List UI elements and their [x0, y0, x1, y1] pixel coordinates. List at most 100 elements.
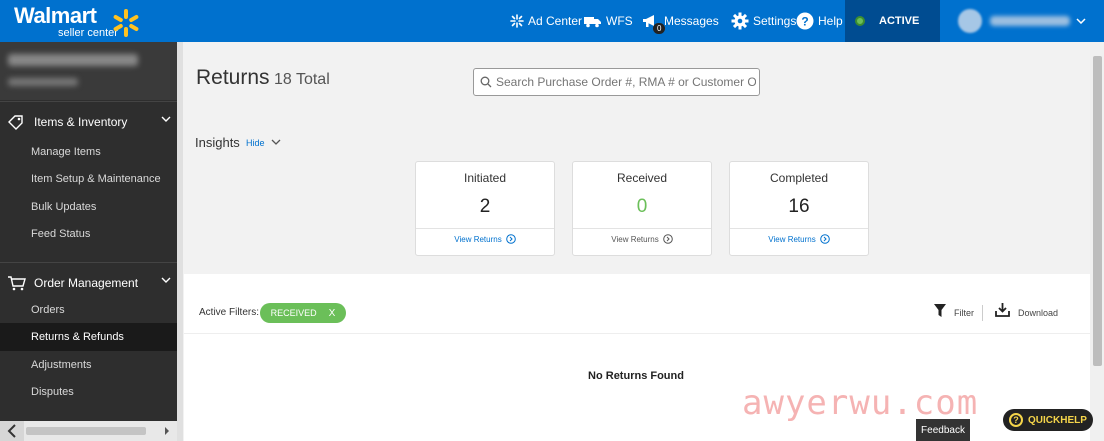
- messages-badge: 0: [653, 23, 666, 34]
- returns-total-count: 18 Total: [274, 71, 330, 88]
- arrow-circle-right-icon: [662, 234, 673, 244]
- help-label: Help: [818, 14, 843, 28]
- card-value: 2: [479, 196, 491, 217]
- collapse-sidebar-button[interactable]: [0, 421, 24, 441]
- active-filter-chip[interactable]: RECEIVED X: [260, 303, 346, 323]
- arrow-circle-right-icon: [819, 234, 830, 244]
- tag-icon: [7, 114, 27, 130]
- watermark: awyerwu.com: [742, 383, 979, 423]
- active-filters-label: Active Filters:: [199, 307, 260, 318]
- card-link-label: View Returns: [768, 234, 816, 244]
- page-title: Returns: [196, 66, 270, 89]
- wfs-link[interactable]: WFS: [584, 0, 633, 42]
- status-indicator: [855, 16, 865, 26]
- card-divider: [416, 228, 554, 229]
- gear-icon: [731, 12, 749, 30]
- chevron-down-icon[interactable]: [271, 139, 281, 145]
- sidebar: Items & Inventory Manage Items Item Setu…: [0, 42, 177, 441]
- help-icon: ?: [1009, 413, 1023, 427]
- brand-subtitle: seller center: [58, 27, 118, 39]
- wfs-label: WFS: [606, 14, 633, 28]
- download-button[interactable]: Download: [995, 302, 1058, 318]
- empty-state-message: No Returns Found: [588, 370, 684, 382]
- ad-center-link[interactable]: Ad Center: [510, 0, 582, 42]
- card-divider: [730, 228, 868, 229]
- download-icon: [995, 303, 1010, 317]
- truck-icon: [584, 17, 601, 28]
- sidebar-section-label: Items & Inventory: [34, 114, 128, 129]
- view-completed-returns-link[interactable]: View Returns: [730, 234, 868, 244]
- store-name-redacted: [8, 54, 138, 66]
- brand-name: Walmart: [14, 3, 97, 28]
- sidebar-section-label: Order Management: [34, 275, 139, 290]
- spark-icon: [113, 9, 139, 37]
- avatar: [958, 9, 982, 33]
- help-link[interactable]: ? Help: [796, 0, 843, 42]
- remove-filter-button[interactable]: X: [329, 308, 336, 319]
- help-icon: ?: [796, 12, 814, 30]
- completed-card: Completed 16 View Returns: [729, 161, 869, 256]
- settings-link[interactable]: Settings: [731, 0, 796, 42]
- page-scrollbar[interactable]: [1090, 42, 1104, 441]
- active-filter-label: RECEIVED: [270, 308, 317, 318]
- sidebar-item-returns-refunds[interactable]: Returns & Refunds: [0, 323, 177, 351]
- user-menu[interactable]: [958, 8, 1100, 34]
- scrollbar-thumb[interactable]: [26, 427, 146, 435]
- filter-button[interactable]: Filter: [934, 302, 974, 318]
- chevron-down-icon: [161, 277, 171, 283]
- sidebar-item-manage-items[interactable]: Manage Items: [0, 138, 177, 166]
- scrollbar-thumb[interactable]: [1093, 56, 1102, 366]
- scroll-right-arrow-icon[interactable]: [163, 425, 171, 437]
- divider: [184, 333, 1090, 334]
- view-received-returns-link[interactable]: View Returns: [573, 234, 711, 244]
- funnel-icon: [934, 303, 946, 317]
- download-label: Download: [1018, 308, 1059, 318]
- chevron-left-icon: [7, 424, 16, 438]
- arrow-circle-right-icon: [505, 234, 516, 244]
- card-divider: [573, 228, 711, 229]
- cart-icon: [7, 275, 27, 291]
- filter-label: Filter: [954, 308, 974, 318]
- hide-insights-link[interactable]: Hide: [246, 138, 265, 148]
- card-link-label: View Returns: [454, 234, 502, 244]
- search-icon: [480, 76, 492, 88]
- user-name-redacted: [990, 16, 1070, 26]
- store-id-redacted: [8, 78, 78, 86]
- card-value: 16: [788, 196, 810, 217]
- card-label: Initiated: [463, 171, 507, 185]
- sidebar-item-item-setup[interactable]: Item Setup & Maintenance: [0, 165, 177, 193]
- quickhelp-label: QUICKHELP: [1028, 414, 1087, 426]
- status-label: ACTIVE: [879, 15, 920, 27]
- main-content: Returns 18 Total Insights Hide Initiated…: [183, 42, 1090, 441]
- view-initiated-returns-link[interactable]: View Returns: [416, 234, 554, 244]
- chevron-down-icon: [1076, 18, 1086, 24]
- search-box[interactable]: [473, 68, 760, 96]
- received-card: Received 0 View Returns: [572, 161, 712, 256]
- quickhelp-button[interactable]: ? QUICKHELP: [1003, 409, 1093, 431]
- search-input[interactable]: [496, 75, 756, 89]
- card-label: Received: [616, 171, 668, 185]
- initiated-card: Initiated 2 View Returns: [415, 161, 555, 256]
- sidebar-horizontal-scrollbar[interactable]: [0, 421, 177, 441]
- sidebar-item-feed-status[interactable]: Feed Status: [0, 220, 177, 248]
- messages-link[interactable]: 0 Messages: [642, 0, 719, 42]
- card-value: 0: [636, 196, 648, 217]
- card-label: Completed: [769, 171, 829, 185]
- sidebar-item-orders[interactable]: Orders: [0, 296, 177, 324]
- top-navigation-bar: Walmart seller center Ad Center WFS 0 Me…: [0, 0, 1104, 42]
- card-link-label: View Returns: [611, 234, 659, 244]
- messages-label: Messages: [664, 14, 719, 28]
- sidebar-item-disputes[interactable]: Disputes: [0, 378, 177, 406]
- walmart-logo[interactable]: Walmart seller center: [14, 3, 139, 39]
- insights-heading: Insights: [195, 135, 240, 150]
- toolbar-divider: [982, 305, 983, 321]
- sidebar-item-bulk-updates[interactable]: Bulk Updates: [0, 193, 177, 221]
- feedback-button[interactable]: Feedback: [916, 419, 970, 441]
- store-info[interactable]: [0, 42, 177, 100]
- sidebar-item-adjustments[interactable]: Adjustments: [0, 351, 177, 379]
- sidebar-section-items-inventory[interactable]: Items & Inventory: [0, 101, 177, 141]
- settings-label: Settings: [753, 14, 797, 28]
- account-status[interactable]: ACTIVE: [845, 0, 940, 42]
- sparkle-icon: [510, 14, 524, 28]
- ad-center-label: Ad Center: [528, 14, 583, 28]
